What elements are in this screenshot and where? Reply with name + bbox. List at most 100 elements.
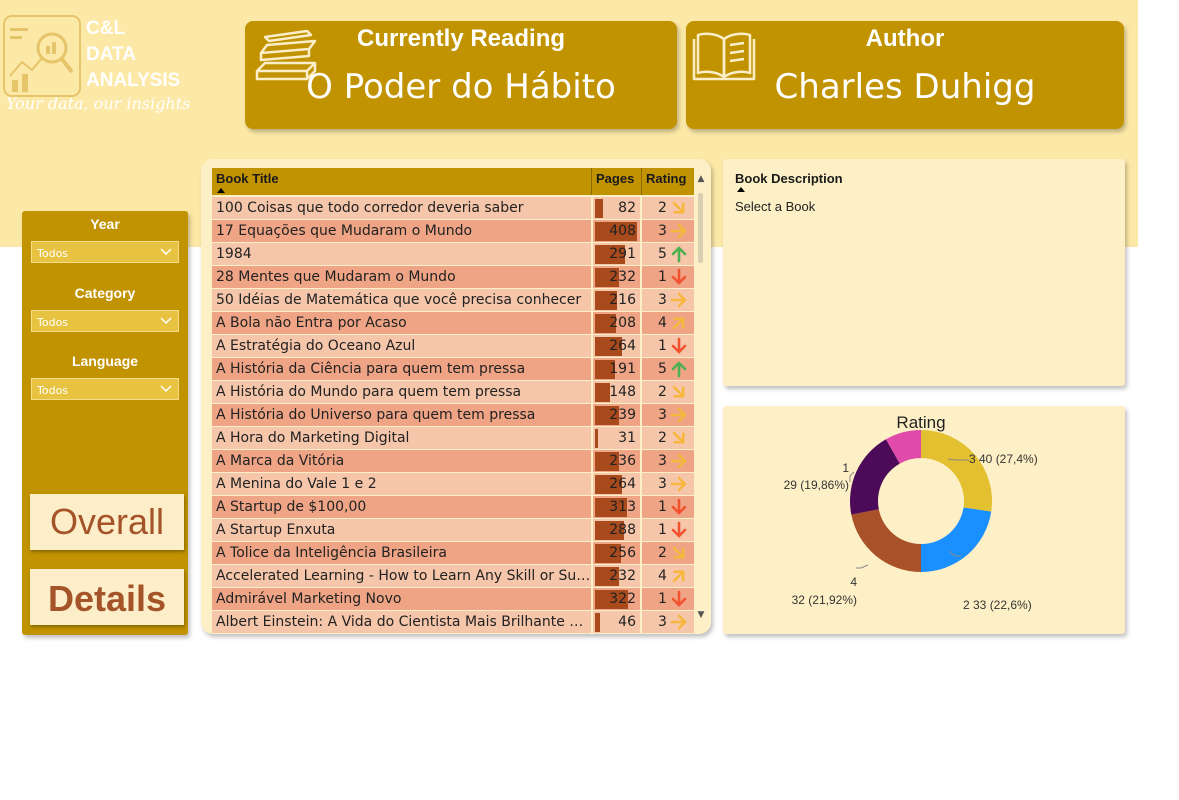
book-title-cell[interactable]: 100 Coisas que todo corredor deveria sab… [212, 197, 591, 219]
book-title-cell[interactable]: A História da Ciência para quem tem pres… [212, 358, 591, 380]
year-filter-value: Todos [37, 247, 69, 260]
category-filter-dropdown[interactable]: Todos [31, 310, 179, 332]
rating-cell: 1 [642, 588, 694, 610]
overall-page-button[interactable]: Overall [30, 494, 184, 550]
scrollbar-thumb[interactable] [698, 193, 703, 263]
table-row[interactable]: A Startup Enxuta 288 1 [212, 519, 694, 541]
table-row[interactable]: Admirável Marketing Novo 322 1 [212, 588, 694, 610]
arrow-up-icon [671, 246, 687, 263]
pages-cell: 264 [593, 335, 640, 357]
book-title-cell[interactable]: 17 Equações que Mudaram o Mundo [212, 220, 591, 242]
logo-line-3: ANALYSIS [86, 70, 181, 91]
book-title-cell[interactable]: A Marca da Vitória [212, 450, 591, 472]
book-title-cell[interactable]: A Startup de $100,00 [212, 496, 591, 518]
pages-data-bar [595, 199, 603, 218]
table-row[interactable]: 28 Mentes que Mudaram o Mundo 232 1 [212, 266, 694, 288]
rating-cell: 2 [642, 381, 694, 403]
table-row[interactable]: 50 Idéias de Matemática que você precisa… [212, 289, 694, 311]
currently-reading-title: O Poder do Hábito [306, 67, 616, 107]
language-filter-dropdown[interactable]: Todos [31, 378, 179, 400]
currently-reading-card: Currently Reading O Poder do Hábito [245, 21, 677, 129]
column-header-rating[interactable]: Rating [646, 171, 686, 186]
table-row[interactable]: 100 Coisas que todo corredor deveria sab… [212, 197, 694, 219]
book-title-cell[interactable]: A Tolice da Inteligência Brasileira [212, 542, 591, 564]
rating-cell: 5 [642, 358, 694, 380]
book-title-cell[interactable]: 1984 [212, 243, 591, 265]
book-table-panel: Book Title Pages Rating 100 Coisas que t… [201, 159, 711, 634]
rating-chart-panel: Rating 3 40 (27,4%) 2 33 (22,6%) 4 32 (21,9… [723, 406, 1125, 634]
rating-cell: 2 [642, 427, 694, 449]
table-row[interactable]: A História do Mundo para quem tem pressa… [212, 381, 694, 403]
logo-line-2: DATA [86, 44, 136, 65]
book-title-cell[interactable]: A Hora do Marketing Digital [212, 427, 591, 449]
logo-line-1: C&L [86, 18, 126, 39]
table-row[interactable]: A Estratégia do Oceano Azul 264 1 [212, 335, 694, 357]
pages-value: 236 [609, 453, 636, 469]
details-page-button[interactable]: Details [30, 569, 184, 625]
table-scrollbar[interactable]: ▲ ▼ [696, 168, 706, 628]
book-title-cell[interactable]: A História do Mundo para quem tem pressa [212, 381, 591, 403]
arrow-down-icon [671, 337, 687, 354]
table-row[interactable]: 17 Equações que Mudaram o Mundo 408 3 [212, 220, 694, 242]
pages-cell: 322 [593, 588, 640, 610]
book-title-cell[interactable]: 50 Idéias de Matemática que você precisa… [212, 289, 591, 311]
book-title-cell[interactable]: Albert Einstein: A Vida do Cientista Mai… [212, 611, 591, 633]
table-row[interactable]: A História do Universo para quem tem pre… [212, 404, 694, 426]
book-title-cell[interactable]: A Menina do Vale 1 e 2 [212, 473, 591, 495]
analytics-logo-icon [3, 15, 81, 97]
book-title-cell[interactable]: A Estratégia do Oceano Azul [212, 335, 591, 357]
arrow-down-icon [671, 268, 687, 285]
donut-data-label: 2 33 (22,6%) [963, 598, 1032, 612]
rating-cell: 1 [642, 335, 694, 357]
book-title-cell[interactable]: A Bola não Entra por Acaso [212, 312, 591, 334]
table-row[interactable]: A História da Ciência para quem tem pres… [212, 358, 694, 380]
rating-cell: 3 [642, 473, 694, 495]
table-row[interactable]: A Menina do Vale 1 e 2 264 3 [212, 473, 694, 495]
pages-value: 408 [609, 223, 636, 239]
pages-cell: 191 [593, 358, 640, 380]
author-label: Author [865, 25, 945, 52]
table-row[interactable]: A Bola não Entra por Acaso 208 4 [212, 312, 694, 334]
table-row[interactable]: A Tolice da Inteligência Brasileira 256 2 [212, 542, 694, 564]
scroll-down-icon[interactable]: ▼ [696, 610, 706, 620]
table-row[interactable]: A Hora do Marketing Digital 31 2 [212, 427, 694, 449]
donut-slice-rating-1[interactable] [850, 439, 900, 515]
pages-value: 82 [618, 200, 636, 216]
chevron-down-icon [160, 317, 172, 325]
book-title-cell[interactable]: 28 Mentes que Mudaram o Mundo [212, 266, 591, 288]
pages-cell: 408 [593, 220, 640, 242]
table-row[interactable]: A Marca da Vitória 236 3 [212, 450, 694, 472]
category-filter-value: Todos [37, 316, 69, 329]
scroll-up-icon[interactable]: ▲ [696, 174, 706, 184]
arrow-right-icon [670, 292, 687, 308]
donut-data-label: 4 [850, 575, 857, 589]
rating-value: 2 [658, 430, 667, 446]
rating-value: 4 [658, 568, 667, 584]
pages-value: 264 [609, 338, 636, 354]
rating-value: 3 [658, 223, 667, 239]
book-title-cell[interactable]: A Startup Enxuta [212, 519, 591, 541]
pages-cell: 82 [593, 197, 640, 219]
donut-slice-rating-2[interactable] [921, 507, 992, 572]
pages-value: 288 [609, 522, 636, 538]
year-filter-dropdown[interactable]: Todos [31, 241, 179, 263]
rating-cell: 3 [642, 289, 694, 311]
arrow-right-icon [670, 476, 687, 492]
table-row[interactable]: Accelerated Learning - How to Learn Any … [212, 565, 694, 587]
table-row[interactable]: 1984 291 5 [212, 243, 694, 265]
table-row[interactable]: Albert Einstein: A Vida do Cientista Mai… [212, 611, 694, 633]
column-header-pages[interactable]: Pages [596, 171, 634, 186]
table-row[interactable]: A Startup de $100,00 313 1 [212, 496, 694, 518]
book-title-cell[interactable]: Accelerated Learning - How to Learn Any … [212, 565, 591, 587]
column-header-title[interactable]: Book Title [216, 171, 279, 186]
sort-ascending-icon [217, 188, 225, 193]
pages-value: 191 [609, 361, 636, 377]
pages-cell: 216 [593, 289, 640, 311]
donut-slice-rating-3[interactable] [921, 430, 992, 512]
rating-donut-chart: 3 40 (27,4%) 2 33 (22,6%) 4 32 (21,92%) 1 29 … [784, 430, 1038, 612]
book-title-cell[interactable]: Admirável Marketing Novo [212, 588, 591, 610]
pages-cell: 236 [593, 450, 640, 472]
book-title-cell[interactable]: A História do Universo para quem tem pre… [212, 404, 591, 426]
donut-slice-rating-4[interactable] [851, 509, 921, 572]
currently-reading-label: Currently Reading [356, 25, 566, 52]
